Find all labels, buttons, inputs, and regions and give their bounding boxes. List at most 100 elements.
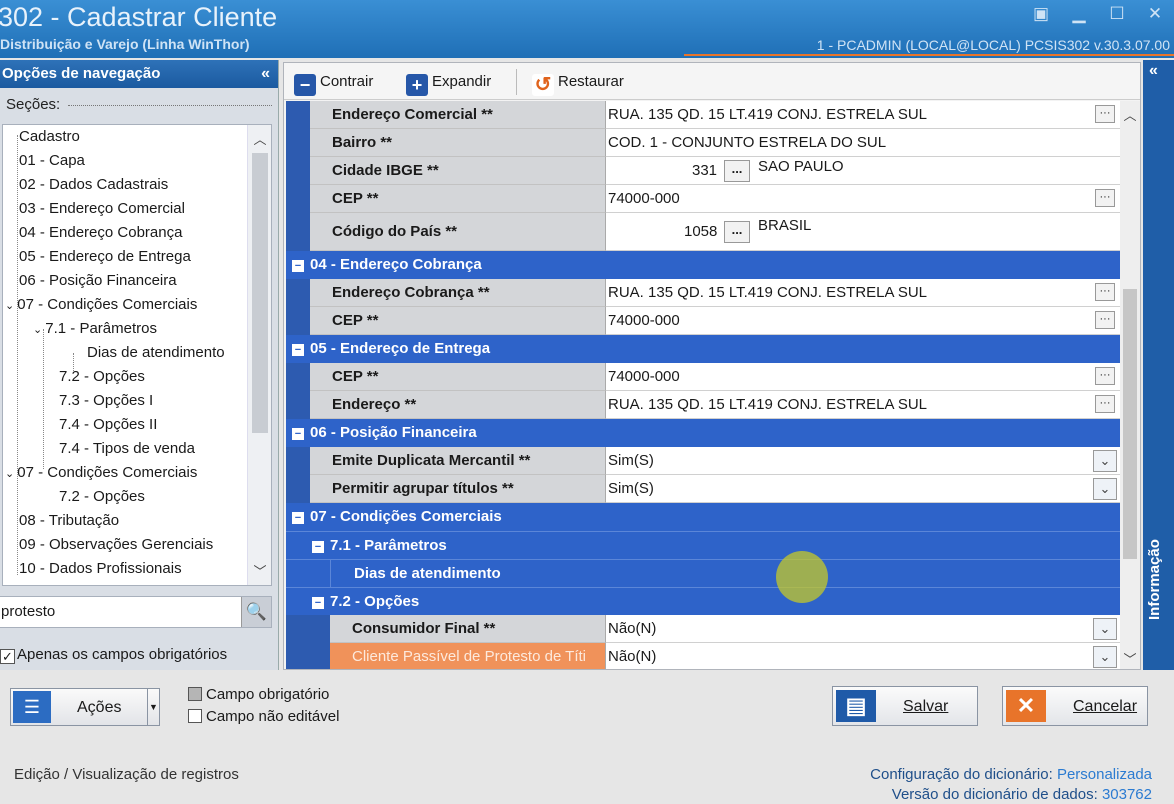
close-icon[interactable]: ✕ — [1146, 4, 1164, 24]
dropdown-chevron-icon[interactable]: ⌄ — [1093, 646, 1117, 668]
checkbox-checked-icon[interactable]: ✓ — [0, 649, 15, 664]
field-value[interactable]: Sim(S) ⌄ — [606, 475, 1121, 503]
tree-guide-line — [43, 329, 44, 469]
field-value-text: 74000-000 — [608, 312, 680, 329]
field-label: Endereço ** — [310, 391, 606, 419]
tree-item-03-endereco-comercial[interactable]: 03 - Endereço Comercial — [19, 197, 185, 221]
tree-item-7-4-tipos-venda[interactable]: 7.4 - Tipos de venda — [59, 437, 195, 461]
field-value[interactable]: RUA. 135 QD. 15 LT.419 CONJ. ESTRELA SUL… — [606, 391, 1121, 419]
grid-scrollbar[interactable]: ︿ ﹀ — [1120, 101, 1140, 669]
ellipsis-button[interactable]: ··· — [1095, 311, 1115, 329]
field-value-text: Sim(S) — [608, 452, 654, 469]
field-value[interactable]: RUA. 135 QD. 15 LT.419 CONJ. ESTRELA SUL… — [606, 101, 1121, 129]
collapse-group-icon[interactable]: − — [312, 541, 324, 553]
tree-scrollbar[interactable]: ︿ ﹀ — [247, 125, 271, 585]
group-header-7-2[interactable]: −7.2 - Opções — [286, 587, 1121, 615]
collapse-left-icon[interactable]: « — [261, 60, 270, 88]
minimize-icon[interactable]: ▁ — [1070, 4, 1088, 24]
code-value[interactable]: 331 — [692, 157, 717, 184]
field-value[interactable]: 331 ... SAO PAULO — [606, 157, 1121, 185]
dropdown-chevron-icon[interactable]: ⌄ — [1093, 450, 1117, 472]
expandir-button[interactable]: + Expandir — [406, 69, 491, 96]
field-value[interactable]: COD. 1 - CONJUNTO ESTRELA DO SUL — [606, 129, 1121, 157]
dropdown-chevron-icon[interactable]: ⌄ — [1093, 478, 1117, 500]
group-header-06[interactable]: −06 - Posição Financeira — [286, 419, 1121, 447]
tree-item-08-tributacao[interactable]: 08 - Tributação — [19, 509, 119, 533]
restore-icon[interactable]: ▣ — [1032, 4, 1050, 24]
tree-item-09-observacoes-gerenciais[interactable]: 09 - Observações Gerenciais — [19, 533, 213, 557]
only-required-checkbox[interactable]: ✓ Apenas os campos obrigatórios — [0, 646, 227, 664]
information-panel-tab[interactable]: « Informação — [1143, 60, 1174, 670]
tree-item-05-endereco-entrega[interactable]: 05 - Endereço de Entrega — [19, 245, 191, 269]
tree-item-07-condicoes-comerciais-2[interactable]: ⌄ 07 - Condições Comerciais — [5, 461, 197, 485]
group-header-05[interactable]: −05 - Endereço de Entrega — [286, 335, 1121, 363]
tree-item-7-2-opcoes[interactable]: 7.2 - Opções — [59, 365, 145, 389]
ellipsis-button[interactable]: ··· — [1095, 395, 1115, 413]
field-row: Endereço Cobrança ** RUA. 135 QD. 15 LT.… — [286, 279, 1121, 307]
collapse-group-icon[interactable]: − — [292, 428, 304, 440]
maximize-icon[interactable]: ☐ — [1108, 4, 1126, 24]
expand-chevron-icon[interactable]: ⌄ — [5, 468, 17, 480]
group-header-label: 04 - Endereço Cobrança — [310, 256, 482, 273]
restaurar-button[interactable]: ↺ Restaurar — [532, 69, 624, 96]
tree-item-04-endereco-cobranca[interactable]: 04 - Endereço Cobrança — [19, 221, 182, 245]
field-row: Código do País ** 1058 ... BRASIL — [286, 213, 1121, 251]
field-value[interactable]: 74000-000 ··· — [606, 307, 1121, 335]
scroll-up-icon[interactable]: ︿ — [248, 129, 271, 149]
search-input[interactable]: protesto — [1, 603, 55, 620]
field-value[interactable]: 74000-000 ··· — [606, 363, 1121, 391]
scroll-thumb[interactable] — [1123, 289, 1137, 559]
contrair-button[interactable]: − Contrair — [294, 69, 373, 96]
tree-item-7-1-parametros[interactable]: ⌄ 7.1 - Parâmetros — [33, 317, 157, 341]
group-indent — [286, 643, 330, 669]
group-header-07[interactable]: −07 - Condições Comerciais — [286, 503, 1121, 531]
expand-chevron-icon[interactable]: ⌄ — [5, 300, 17, 312]
field-value[interactable]: Sim(S) ⌄ — [606, 447, 1121, 475]
collapse-group-icon[interactable]: − — [292, 260, 304, 272]
collapse-right-icon[interactable]: « — [1149, 62, 1158, 80]
expand-chevron-icon[interactable]: ⌄ — [33, 324, 45, 336]
scroll-down-icon[interactable]: ﹀ — [248, 561, 271, 581]
dropdown-arrow-icon[interactable]: ▼ — [147, 689, 159, 725]
lookup-button[interactable]: ... — [724, 221, 750, 243]
scroll-down-icon[interactable]: ﹀ — [1120, 649, 1140, 667]
group-header-7-1[interactable]: −7.1 - Parâmetros — [286, 531, 1121, 559]
tree-item-7-3-opcoes-i[interactable]: 7.3 - Opções I — [59, 389, 153, 413]
section-search-field[interactable]: protesto 🔍 — [0, 596, 272, 628]
field-label: Endereço Comercial ** — [310, 101, 606, 129]
salvar-button[interactable]: ▤ Salvar — [832, 686, 978, 726]
tree-item-07-condicoes-comerciais[interactable]: ⌄ 07 - Condições Comerciais — [5, 293, 197, 317]
scroll-up-icon[interactable]: ︿ — [1120, 105, 1140, 123]
collapse-group-icon[interactable]: − — [292, 344, 304, 356]
scroll-thumb[interactable] — [252, 153, 268, 433]
ellipsis-button[interactable]: ··· — [1095, 105, 1115, 123]
tree-item-10-dados-profissionais[interactable]: 10 - Dados Profissionais — [19, 557, 182, 581]
code-value[interactable]: 1058 — [684, 218, 717, 246]
field-value[interactable]: 74000-000 ··· — [606, 185, 1121, 213]
collapse-group-icon[interactable]: − — [312, 597, 324, 609]
salvar-label: Salvar — [903, 698, 949, 715]
tree-item-01-capa[interactable]: 01 - Capa — [19, 149, 85, 173]
tree-item-7-2-opcoes-2[interactable]: 7.2 - Opções — [59, 485, 145, 509]
dropdown-chevron-icon[interactable]: ⌄ — [1093, 618, 1117, 640]
lookup-button[interactable]: ... — [724, 160, 750, 182]
search-icon[interactable]: 🔍 — [241, 597, 271, 627]
tree-item-06-posicao-financeira[interactable]: 06 - Posição Financeira — [19, 269, 177, 293]
tree-item-7-4-opcoes-ii[interactable]: 7.4 - Opções II — [59, 413, 157, 437]
tree-item-cadastro[interactable]: Cadastro — [19, 125, 80, 149]
ellipsis-button[interactable]: ··· — [1095, 283, 1115, 301]
field-value[interactable]: RUA. 135 QD. 15 LT.419 CONJ. ESTRELA SUL… — [606, 279, 1121, 307]
acoes-button[interactable]: ☰ Ações ▼ — [10, 688, 160, 726]
tree-item-dias-atendimento[interactable]: Dias de atendimento — [87, 341, 225, 365]
tree-item-02-dados-cadastrais[interactable]: 02 - Dados Cadastrais — [19, 173, 168, 197]
collapse-group-icon[interactable]: − — [292, 512, 304, 524]
dict-version-label: Versão do dicionário de dados: — [891, 786, 1098, 803]
field-value[interactable]: Não(N) ⌄ — [606, 643, 1121, 669]
group-header-dias-atendimento[interactable]: Dias de atendimento — [286, 559, 1121, 588]
field-value[interactable]: Não(N) ⌄ — [606, 615, 1121, 643]
field-value[interactable]: 1058 ... BRASIL — [606, 213, 1121, 251]
ellipsis-button[interactable]: ··· — [1095, 367, 1115, 385]
cancelar-button[interactable]: ✕ Cancelar — [1002, 686, 1148, 726]
ellipsis-button[interactable]: ··· — [1095, 189, 1115, 207]
group-header-04[interactable]: −04 - Endereço Cobrança — [286, 251, 1121, 279]
